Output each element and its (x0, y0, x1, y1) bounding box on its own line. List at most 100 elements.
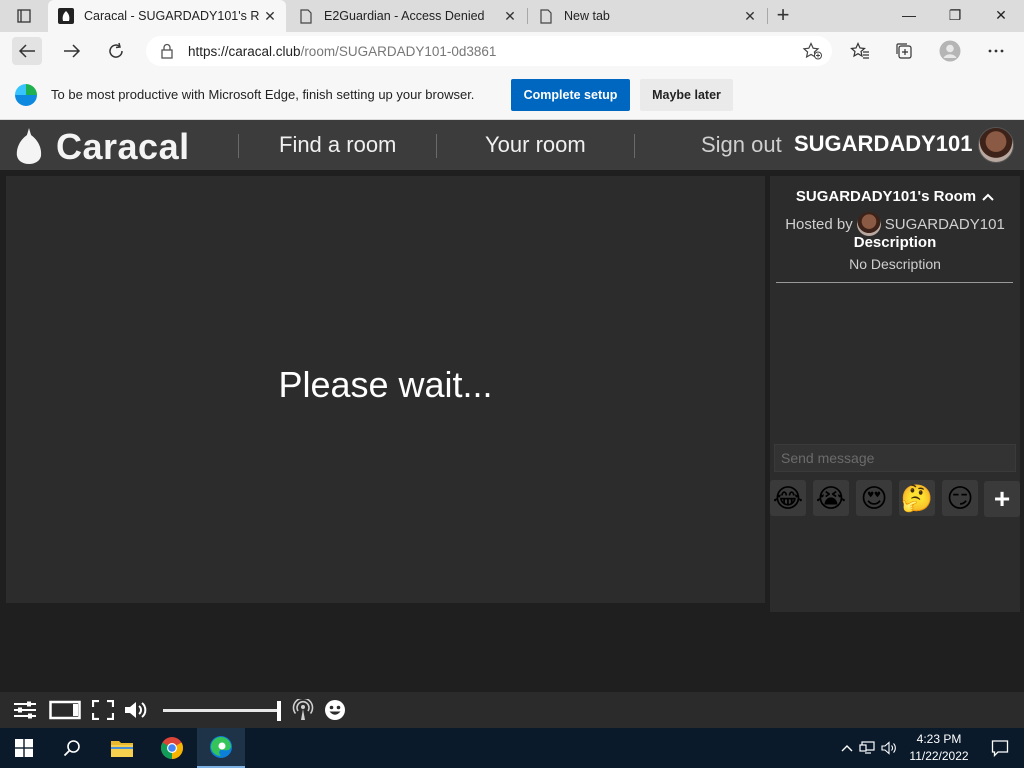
room-info-panel: SUGARDADY101's Room Hosted by SUGARDADY1… (770, 176, 1020, 612)
tab-actions-icon[interactable] (8, 6, 40, 26)
back-button[interactable] (12, 37, 42, 65)
windows-taskbar: 4:23 PM 11/22/2022 (0, 728, 1024, 768)
profile-avatar-icon (939, 40, 961, 62)
emoji-reactions: 😂 😭 😍 🤔 😏 (770, 480, 985, 518)
url-path: /room/SUGARDADY101-0d3861 (300, 43, 497, 59)
url-text[interactable]: https://caracal.club/room/SUGARDADY101-0… (188, 44, 496, 59)
file-explorer-button[interactable] (98, 728, 146, 768)
emoji-thinking-button[interactable]: 🤔 (899, 480, 935, 516)
restore-button[interactable]: ❐ (932, 0, 978, 30)
chrome-button[interactable] (148, 728, 196, 768)
theater-mode-icon[interactable] (48, 698, 82, 722)
forward-arrow-icon (64, 44, 81, 58)
ellipsis-icon (988, 49, 1004, 53)
volume-icon[interactable] (123, 698, 151, 722)
more-options-button[interactable] (981, 37, 1011, 65)
logo-text: Caracal (56, 126, 190, 167)
send-message-input[interactable] (774, 444, 1016, 472)
tab-new-tab[interactable]: New tab ✕ (528, 0, 766, 32)
search-button[interactable] (48, 728, 96, 768)
search-icon (63, 740, 80, 757)
emoji-heart-eyes-button[interactable]: 😍 (856, 480, 892, 516)
refresh-icon (109, 42, 123, 58)
emoji-laughing-button[interactable]: 😂 (770, 480, 806, 516)
lock-icon[interactable] (160, 43, 174, 59)
maybe-later-button[interactable]: Maybe later (640, 79, 733, 111)
host-name[interactable]: SUGARDADY101 (885, 216, 1005, 233)
favorites-button[interactable] (845, 37, 875, 65)
windows-logo-icon (15, 739, 33, 757)
speaker-icon[interactable] (878, 741, 900, 755)
room-title[interactable]: SUGARDADY101's Room (770, 188, 1020, 205)
clock-time: 4:23 PM (916, 732, 962, 746)
collections-icon (896, 43, 912, 59)
nav-divider (634, 134, 635, 158)
add-favorite-icon[interactable] (802, 42, 822, 60)
chevron-up-icon[interactable] (982, 190, 994, 204)
edge-taskbar-button[interactable] (197, 728, 245, 768)
description-heading: Description (853, 234, 937, 251)
page-favicon-icon (538, 8, 554, 24)
edge-setup-infobar: To be most productive with Microsoft Edg… (0, 70, 1024, 120)
profile-button[interactable] (935, 37, 965, 65)
start-button[interactable] (0, 728, 48, 768)
panel-divider (776, 282, 1013, 283)
refresh-button[interactable] (101, 37, 131, 65)
room-title-text: SUGARDADY101's Room (795, 188, 977, 205)
back-arrow-icon (18, 44, 35, 58)
edge-logo-icon (15, 83, 37, 106)
close-window-button[interactable]: ✕ (978, 0, 1024, 30)
minimize-button[interactable]: — (886, 0, 932, 30)
taskbar-clock[interactable]: 4:23 PM 11/22/2022 (902, 731, 976, 765)
settings-sliders-icon[interactable] (12, 698, 38, 722)
emoji-picker-icon[interactable] (322, 698, 348, 722)
network-icon[interactable] (856, 741, 878, 755)
caracal-logo-icon (16, 128, 42, 164)
emoji-smirk-button[interactable]: 😏 (942, 480, 978, 516)
tab-title: Caracal - SUGARDADY101's Roo (84, 9, 260, 23)
player-controls (0, 692, 1024, 728)
tab-divider (767, 8, 768, 24)
username[interactable]: SUGARDADY101 (794, 131, 973, 157)
collections-button[interactable] (889, 37, 919, 65)
infobar-message: To be most productive with Microsoft Edg… (51, 87, 475, 102)
nav-find-a-room[interactable]: Find a room (279, 132, 396, 158)
tab-close-icon[interactable]: ✕ (500, 8, 520, 25)
favorites-icon (850, 42, 869, 59)
folder-icon (111, 741, 133, 757)
system-tray (838, 728, 900, 768)
address-bar[interactable]: https://caracal.club/room/SUGARDADY101-0… (146, 36, 832, 66)
tab-caracal[interactable]: Caracal - SUGARDADY101's Roo ✕ (48, 0, 286, 32)
sign-out-link[interactable]: Sign out (701, 132, 782, 158)
emoji-crying-button[interactable]: 😭 (813, 480, 849, 516)
user-avatar[interactable] (978, 127, 1014, 163)
nav-divider (436, 134, 437, 158)
nav-your-room[interactable]: Your room (485, 132, 586, 158)
hosted-by-label: Hosted by (785, 215, 853, 233)
complete-setup-button[interactable]: Complete setup (511, 79, 630, 111)
browser-tab-bar: Caracal - SUGARDADY101's Roo ✕ E2Guardia… (0, 0, 1024, 32)
url-host: https://caracal.club (188, 43, 301, 59)
nav-divider (238, 134, 239, 158)
video-player[interactable]: Please wait... (6, 176, 765, 603)
edge-icon (210, 736, 232, 758)
tab-close-icon[interactable]: ✕ (260, 8, 280, 25)
site-header: Caracal Find a room Your room Sign out S… (0, 120, 1024, 170)
fullscreen-icon[interactable] (90, 698, 116, 722)
caracal-logo[interactable]: Caracal (14, 126, 190, 168)
notifications-button[interactable] (976, 728, 1024, 768)
tab-close-icon[interactable]: ✕ (740, 8, 760, 25)
room-main-area: Please wait... SUGARDADY101's Room Hoste… (0, 170, 1024, 692)
volume-slider-track[interactable] (163, 709, 279, 712)
add-emoji-button[interactable]: + (984, 481, 1020, 517)
loading-status-text: Please wait... (278, 363, 493, 405)
browser-toolbar: https://caracal.club/room/SUGARDADY101-0… (0, 32, 1024, 70)
volume-slider-thumb[interactable] (277, 701, 281, 721)
tab-e2guardian[interactable]: E2Guardian - Access Denied ✕ (288, 0, 526, 32)
new-tab-button[interactable]: + (770, 4, 796, 28)
clock-date: 11/22/2022 (909, 749, 969, 763)
broadcast-icon[interactable] (290, 698, 316, 722)
chevron-up-icon[interactable] (838, 744, 856, 752)
forward-button[interactable] (57, 37, 87, 65)
notification-icon (991, 740, 1009, 757)
